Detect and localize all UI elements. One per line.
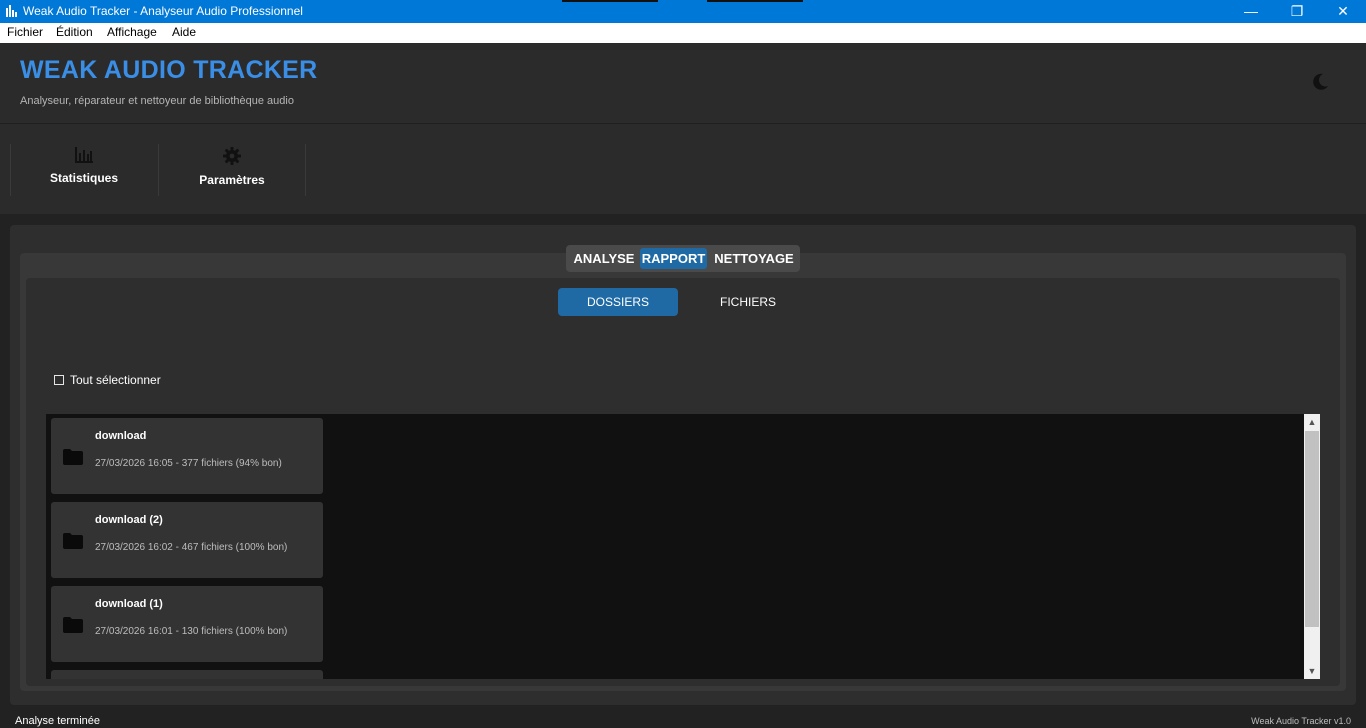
folder-name: download (1) (95, 598, 163, 610)
folder-meta: 27/03/2026 16:05 - 377 fichiers (94% bon… (95, 458, 282, 469)
folder-card[interactable]: download 27/03/2026 16:05 - 377 fichiers… (51, 418, 323, 494)
list-scrollbar[interactable]: ▲ ▼ (1304, 414, 1320, 679)
app-title: WEAK AUDIO TRACKER (20, 56, 318, 84)
close-button[interactable]: ✕ (1320, 0, 1366, 23)
menu-bar: Fichier Édition Affichage Aide (0, 23, 1366, 43)
titlebar-decoration (707, 0, 803, 2)
scrollbar-thumb[interactable] (1305, 431, 1319, 627)
window-title: Weak Audio Tracker - Analyseur Audio Pro… (23, 4, 303, 18)
titlebar-decoration (562, 0, 658, 2)
app-header: WEAK AUDIO TRACKER Analyseur, réparateur… (0, 43, 1366, 124)
window-titlebar: Weak Audio Tracker - Analyseur Audio Pro… (0, 0, 1366, 23)
status-text: Analyse terminée (15, 715, 100, 727)
folder-card[interactable]: download (1) 27/03/2026 16:01 - 130 fich… (51, 586, 323, 662)
parametres-label: Paramètres (199, 173, 265, 187)
parametres-button[interactable]: Paramètres (159, 144, 305, 196)
tab-nettoyage[interactable]: NETTOYAGE (711, 248, 797, 269)
menu-affichage[interactable]: Affichage (107, 25, 157, 39)
menu-fichier[interactable]: Fichier (7, 25, 43, 39)
folder-list[interactable]: download 27/03/2026 16:05 - 377 fichiers… (46, 414, 1320, 679)
bar-chart-icon (75, 147, 93, 163)
main-toolbar: Statistiques Paramètres (0, 124, 1366, 214)
app-subtitle: Analyseur, réparateur et nettoyeur de bi… (20, 95, 294, 107)
scroll-up-icon[interactable]: ▲ (1304, 414, 1320, 430)
moon-icon[interactable] (1310, 72, 1330, 92)
folder-name: download (95, 430, 147, 442)
menu-edition[interactable]: Édition (56, 25, 93, 39)
folder-card[interactable]: download (2) 27/03/2026 16:02 - 467 fich… (51, 502, 323, 578)
minimize-button[interactable]: — (1228, 0, 1274, 23)
folder-card-partial[interactable] (51, 670, 323, 679)
scroll-down-icon[interactable]: ▼ (1304, 663, 1320, 679)
folder-icon (63, 617, 83, 633)
gear-icon (223, 147, 241, 165)
folder-meta: 27/03/2026 16:02 - 467 fichiers (100% bo… (95, 542, 288, 553)
toolbar-separator (305, 144, 306, 196)
audio-bars-icon (6, 5, 17, 17)
segment-fichiers[interactable]: FICHIERS (688, 288, 808, 316)
folder-name: download (2) (95, 514, 163, 526)
tab-rapport[interactable]: RAPPORT (640, 248, 707, 269)
tab-analyse[interactable]: ANALYSE (569, 248, 639, 269)
checkbox-box[interactable] (54, 375, 64, 385)
statistiques-button[interactable]: Statistiques (11, 144, 157, 196)
version-label: Weak Audio Tracker v1.0 (1251, 716, 1351, 726)
tab-bar: ANALYSE RAPPORT NETTOYAGE (566, 245, 800, 272)
menu-aide[interactable]: Aide (172, 25, 196, 39)
folder-icon (63, 533, 83, 549)
statistiques-label: Statistiques (49, 171, 118, 185)
folder-meta: 27/03/2026 16:01 - 130 fichiers (100% bo… (95, 626, 288, 637)
maximize-button[interactable]: ❐ (1274, 0, 1320, 23)
folder-icon (63, 449, 83, 465)
segment-dossiers[interactable]: DOSSIERS (558, 288, 678, 316)
status-bar: Analyse terminée Weak Audio Tracker v1.0 (0, 712, 1366, 728)
select-all-label: Tout sélectionner (70, 373, 161, 387)
